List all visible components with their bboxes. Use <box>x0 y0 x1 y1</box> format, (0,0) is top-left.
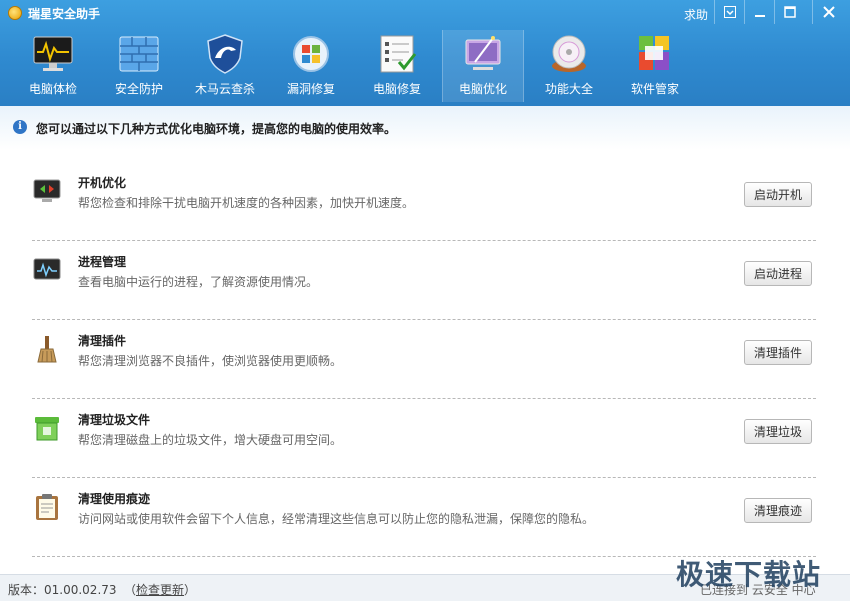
tool-computer-checkup[interactable]: 电脑体检 <box>12 30 94 102</box>
version-text: 版本：01.00.02.73 <box>8 583 117 597</box>
tool-label: 电脑优化 <box>458 82 507 96</box>
shield-icon <box>207 34 243 74</box>
tool-all-features[interactable]: 功能大全 <box>528 30 610 102</box>
tool-security[interactable]: 安全防护 <box>98 30 180 102</box>
tool-label: 漏洞修复 <box>286 82 335 96</box>
clean-junk-button[interactable]: 清理垃圾 <box>744 419 812 444</box>
firewall-icon <box>119 36 159 72</box>
menu-button[interactable] <box>714 0 744 24</box>
paren-close: ） <box>184 583 197 597</box>
broom-icon <box>37 336 57 363</box>
close-button[interactable] <box>812 0 844 24</box>
list-item-junk-files: 清理垃圾文件 帮您清理磁盘上的垃圾文件，增大硬盘可用空间。 清理垃圾 <box>32 407 816 478</box>
help-link[interactable]: 求助 <box>684 6 708 23</box>
minimize-icon <box>754 15 765 17</box>
watermark-text: 极速下载站 <box>676 558 822 591</box>
windows-update-icon <box>293 36 329 72</box>
item-description: 访问网站或使用软件会留下个人信息，经常清理这些信息可以防止您的隐私泄漏，保障您的… <box>78 512 595 526</box>
disc-icon <box>552 35 586 72</box>
tool-label: 功能大全 <box>544 82 593 96</box>
list-item-process: 进程管理 查看电脑中运行的进程，了解资源使用情况。 启动进程 <box>32 249 816 320</box>
list-item-plugins: 清理插件 帮您清理浏览器不良插件，使浏览器使用更顺畅。 清理插件 <box>32 328 816 399</box>
title-bar: 瑞星安全助手 求助 <box>0 0 850 26</box>
app-logo-icon <box>8 6 22 20</box>
clipboard-icon <box>36 494 58 520</box>
item-title: 清理使用痕迹 <box>78 492 151 506</box>
close-icon <box>822 6 835 18</box>
startup-icon <box>33 179 61 202</box>
monitor-wand-icon <box>465 36 501 70</box>
tool-label: 安全防护 <box>114 82 163 96</box>
tool-label: 软件管家 <box>630 82 679 96</box>
paren-open: （ <box>124 583 137 597</box>
tool-label: 木马云查杀 <box>194 82 255 96</box>
item-description: 帮您清理磁盘上的垃圾文件，增大硬盘可用空间。 <box>78 433 343 447</box>
item-title: 清理垃圾文件 <box>78 413 151 427</box>
tool-label: 电脑修复 <box>372 82 421 96</box>
item-title: 进程管理 <box>78 255 127 269</box>
minimize-button[interactable] <box>744 0 774 24</box>
item-title: 清理插件 <box>78 334 127 348</box>
clean-plugins-button[interactable]: 清理插件 <box>744 340 812 365</box>
start-process-button[interactable]: 启动进程 <box>744 261 812 286</box>
maximize-button[interactable] <box>774 0 804 24</box>
app-title: 瑞星安全助手 <box>28 7 101 21</box>
checklist-icon <box>380 35 417 73</box>
trash-bin-icon <box>35 417 59 441</box>
tool-label: 电脑体检 <box>28 82 77 96</box>
menu-icon <box>723 6 736 18</box>
list-item-startup: 开机优化 帮您检查和排除干扰电脑开机速度的各种因素，加快开机速度。 启动开机 <box>32 170 816 241</box>
item-description: 帮您检查和排除干扰电脑开机速度的各种因素，加快开机速度。 <box>78 196 415 210</box>
tool-trojan-scan[interactable]: 木马云查杀 <box>184 30 266 102</box>
check-update-link[interactable]: 检查更新 <box>136 583 184 597</box>
item-title: 开机优化 <box>78 176 127 190</box>
start-boot-button[interactable]: 启动开机 <box>744 182 812 207</box>
monitor-check-icon <box>33 36 73 71</box>
tool-vulnerability-fix[interactable]: 漏洞修复 <box>270 30 352 102</box>
item-description: 帮您清理浏览器不良插件，使浏览器使用更顺畅。 <box>78 354 343 368</box>
check-update: （检查更新） <box>124 581 196 598</box>
list-item-traces: 清理使用痕迹 访问网站或使用软件会留下个人信息，经常清理这些信息可以防止您的隐私… <box>32 486 816 557</box>
software-manager-icon <box>639 36 669 70</box>
maximize-icon <box>783 6 796 18</box>
tool-computer-optimize[interactable]: 电脑优化 <box>442 30 524 102</box>
clean-traces-button[interactable]: 清理痕迹 <box>744 498 812 523</box>
item-description: 查看电脑中运行的进程，了解资源使用情况。 <box>78 275 319 289</box>
info-icon: i <box>13 120 27 134</box>
info-text: 您可以通过以下几种方式优化电脑环境，提高您的电脑的使用效率。 <box>36 122 397 136</box>
tool-computer-repair[interactable]: 电脑修复 <box>356 30 438 102</box>
tool-software-manager[interactable]: 软件管家 <box>614 30 696 102</box>
process-monitor-icon <box>33 258 61 280</box>
